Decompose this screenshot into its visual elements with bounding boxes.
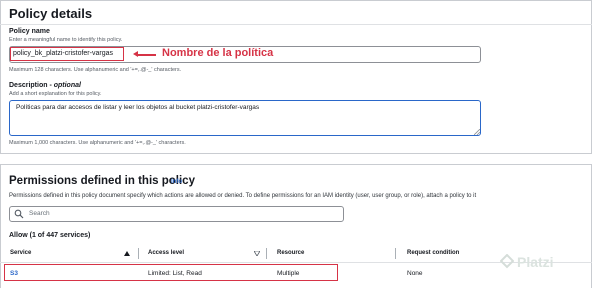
- divider: [0, 24, 592, 25]
- permissions-description: Permissions defined in this policy docum…: [9, 193, 477, 199]
- column-header-resource[interactable]: Resource: [277, 250, 304, 256]
- search-icon: [14, 209, 24, 219]
- column-header-service[interactable]: Service: [10, 250, 31, 256]
- annotation-arrow: [136, 54, 156, 56]
- description-label: Description - optional: [9, 82, 81, 89]
- description-hint: Add a short explanation for this policy.: [9, 91, 102, 97]
- caret-down-icon[interactable]: [254, 251, 260, 256]
- platzi-watermark: Platzi: [517, 254, 554, 270]
- permissions-title: Permissions defined in this policy: [9, 175, 195, 187]
- policy-name-hint: Enter a meaningful name to identify this…: [9, 37, 123, 43]
- policy-details-title: Policy details: [9, 6, 93, 21]
- policy-name-constraint: Maximum 128 characters. Use alphanumeric…: [9, 67, 182, 73]
- column-header-request-condition[interactable]: Request condition: [407, 250, 459, 256]
- description-textarea[interactable]: Políticas para dar accesos de listar y l…: [9, 100, 481, 136]
- annotation-label: Nombre de la política: [162, 47, 274, 59]
- column-separator: [395, 248, 396, 259]
- column-separator: [266, 248, 267, 259]
- textarea-resize-icon[interactable]: [474, 129, 480, 135]
- service-link-s3[interactable]: S3: [10, 270, 18, 277]
- search-placeholder: Search: [29, 210, 50, 217]
- search-input[interactable]: [9, 206, 344, 222]
- description-optional: optional: [53, 82, 81, 89]
- info-link[interactable]: Info: [171, 179, 182, 185]
- policy-name-value[interactable]: policy_bk_platzi-cristofer-vargas: [10, 47, 124, 61]
- request-condition-cell: None: [407, 270, 423, 277]
- policy-name-label: Policy name: [9, 28, 50, 35]
- platzi-logo-icon: [500, 254, 514, 269]
- column-separator: [138, 248, 139, 259]
- caret-up-icon[interactable]: [124, 251, 130, 256]
- column-header-access-level[interactable]: Access level: [148, 250, 184, 256]
- description-constraint: Maximum 1,000 characters. Use alphanumer…: [9, 140, 186, 146]
- resource-cell: Multiple: [277, 270, 300, 277]
- description-label-text: Description -: [9, 82, 54, 89]
- allow-heading: Allow (1 of 447 services): [9, 232, 91, 239]
- access-level-cell: Limited: List, Read: [148, 270, 202, 277]
